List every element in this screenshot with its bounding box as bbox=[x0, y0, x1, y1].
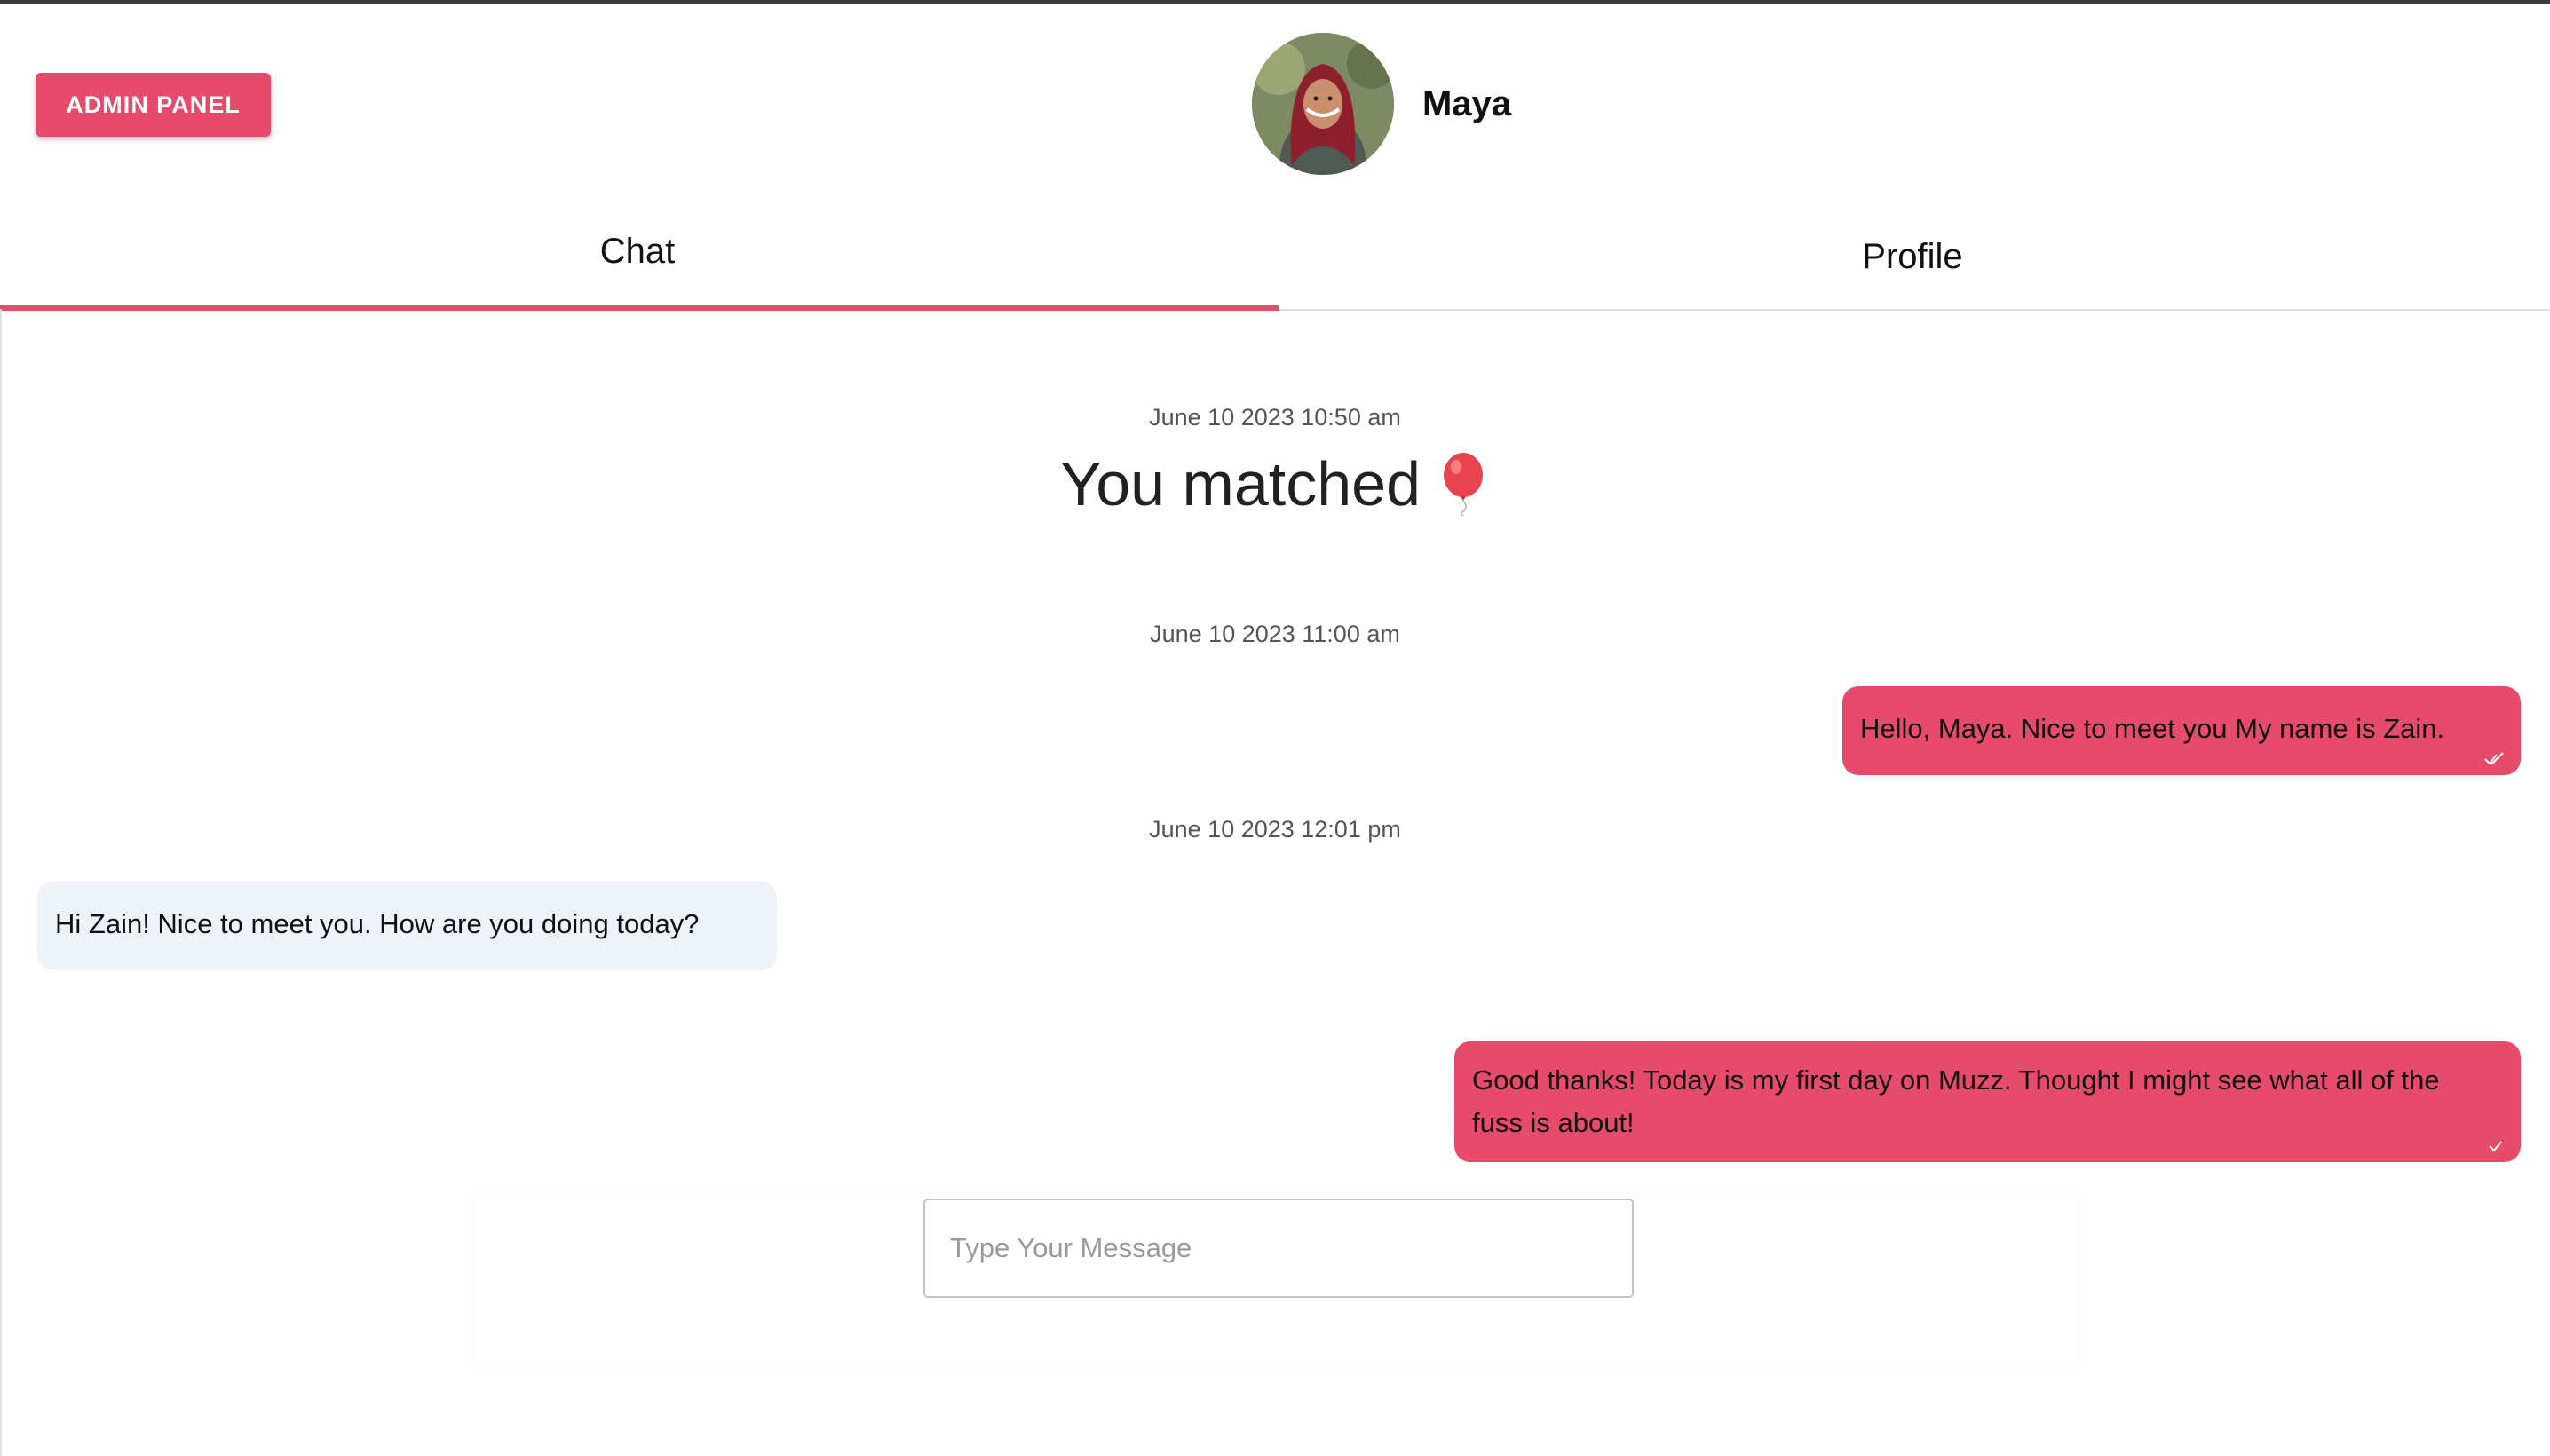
admin-panel-button[interactable]: ADMIN PANEL bbox=[36, 73, 271, 137]
match-timestamp: June 10 2023 10:50 am bbox=[1149, 404, 1401, 431]
message-timestamp: June 10 2023 11:00 am bbox=[1150, 621, 1400, 647]
tab-bar: Chat Profile bbox=[0, 204, 2550, 311]
tab-chat[interactable]: Chat bbox=[0, 204, 1279, 311]
received-message-bubble: Hi Zain! Nice to meet you. How are you d… bbox=[37, 882, 777, 970]
tab-profile-label: Profile bbox=[1862, 236, 1963, 276]
chat-page: ADMIN PANEL Maya Chat Profile June 10 20… bbox=[0, 0, 2550, 1456]
message-input[interactable] bbox=[923, 1199, 1634, 1298]
tab-chat-label: Chat bbox=[599, 231, 676, 271]
tab-profile[interactable]: Profile bbox=[1275, 204, 2550, 309]
check-icon bbox=[2489, 1141, 2502, 1152]
match-name: Maya bbox=[1422, 83, 1512, 123]
balloon-icon bbox=[1444, 453, 1484, 516]
top-border bbox=[0, 0, 2550, 4]
message-text: Hello, Maya. Nice to meet you My name is… bbox=[1860, 713, 2445, 744]
message-text: Good thanks! Today is my first day on Mu… bbox=[1472, 1064, 2440, 1138]
match-text: You matched bbox=[1059, 449, 1422, 518]
sent-message-bubble: Hello, Maya. Nice to meet you My name is… bbox=[1842, 686, 2521, 775]
match-banner: You matched bbox=[0, 448, 2550, 519]
sent-message-bubble: Good thanks! Today is my first day on Mu… bbox=[1454, 1041, 2521, 1162]
match-header: Maya bbox=[1252, 33, 1511, 175]
message-text: Hi Zain! Nice to meet you. How are you d… bbox=[55, 908, 700, 939]
avatar[interactable] bbox=[1252, 33, 1394, 175]
double-check-icon bbox=[2484, 752, 2504, 765]
profile-photo-icon bbox=[1252, 33, 1394, 175]
message-timestamp: June 10 2023 12:01 pm bbox=[1149, 816, 1401, 843]
